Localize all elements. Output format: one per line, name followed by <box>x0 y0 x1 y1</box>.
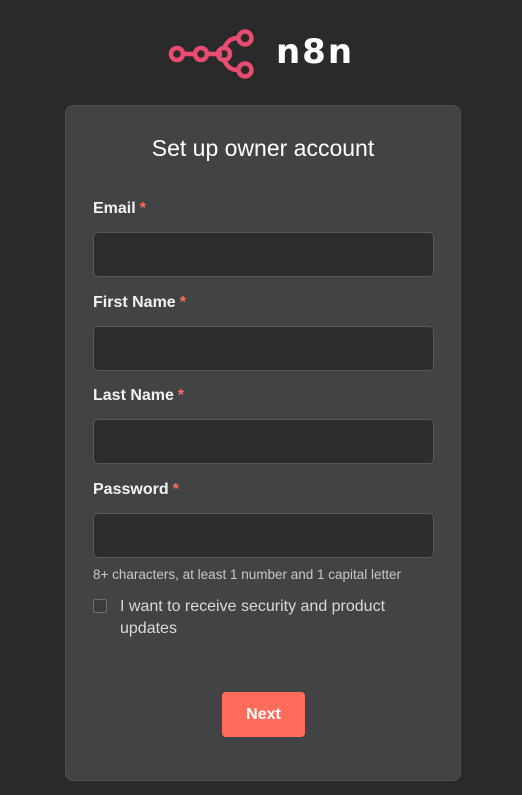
setup-page: n8n Set up owner account Email * First Na… <box>0 0 522 795</box>
password-input[interactable] <box>93 513 434 558</box>
first-name-label-text: First Name <box>93 294 176 311</box>
logo: n8n <box>0 28 522 80</box>
next-button[interactable]: Next <box>222 692 305 737</box>
form-title: Set up owner account <box>151 135 375 161</box>
n8n-node-graph-icon <box>168 29 254 79</box>
first-name-field-group: First Name * <box>93 293 434 371</box>
updates-consent-checkbox[interactable] <box>93 599 107 613</box>
brand-name: n8n <box>275 32 355 72</box>
last-name-label-text: Last Name <box>93 387 174 404</box>
updates-consent-label[interactable]: I want to receive security and product u… <box>120 596 420 640</box>
updates-consent-row: I want to receive security and product u… <box>93 596 434 640</box>
setup-form-card: Set up owner account Email * First Name * … <box>65 105 461 781</box>
required-asterisk: * <box>179 294 186 311</box>
email-label-text: Email <box>93 200 136 217</box>
email-field-group: Email * <box>93 199 434 277</box>
last-name-input[interactable] <box>93 419 434 464</box>
last-name-label: Last Name * <box>93 386 434 406</box>
password-label-text: Password <box>93 481 169 498</box>
last-name-field-group: Last Name * <box>93 386 434 464</box>
password-label: Password * <box>93 480 434 500</box>
email-input[interactable] <box>93 232 434 277</box>
first-name-input[interactable] <box>93 326 434 371</box>
email-label: Email * <box>93 199 434 219</box>
required-asterisk: * <box>139 200 146 217</box>
required-asterisk: * <box>177 387 185 404</box>
required-asterisk: * <box>172 481 179 498</box>
password-hint: 8+ characters, at least 1 number and 1 c… <box>93 567 402 582</box>
first-name-label: First Name * <box>93 293 434 313</box>
password-field-group: Password * 8+ characters, at least 1 numb… <box>93 480 434 584</box>
